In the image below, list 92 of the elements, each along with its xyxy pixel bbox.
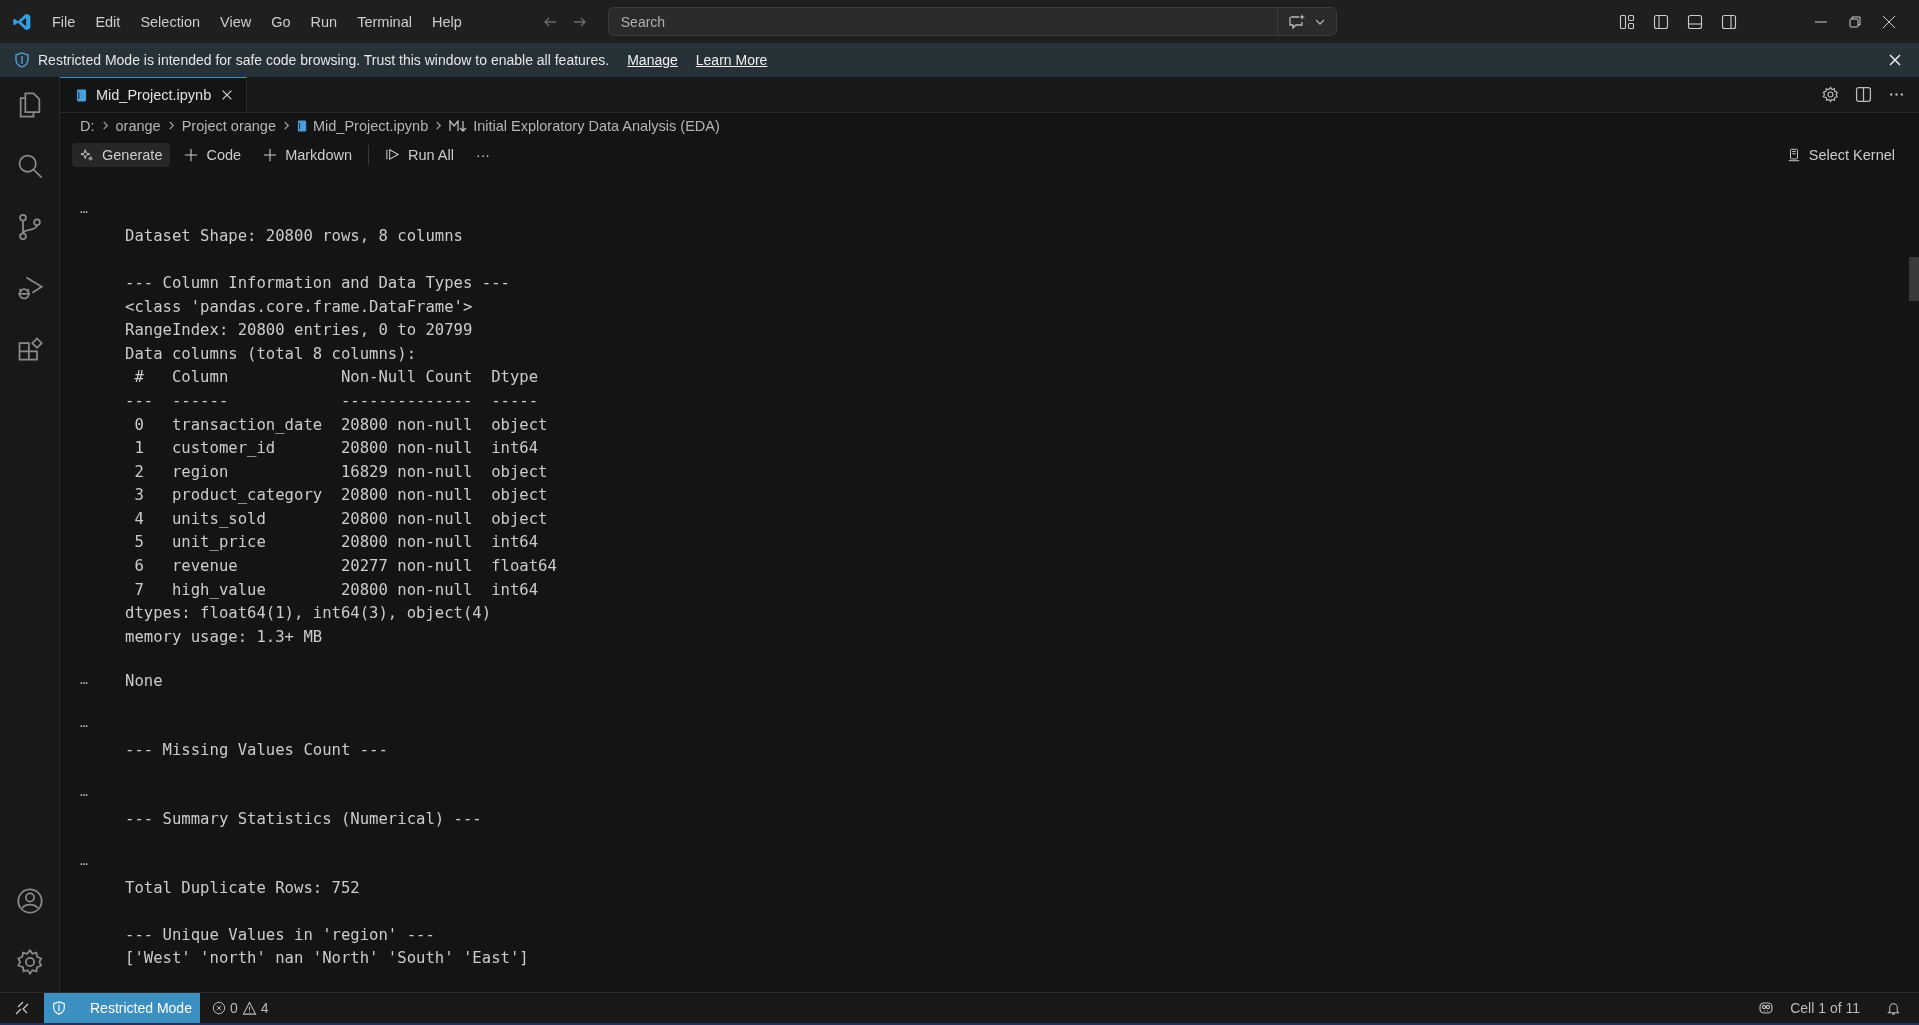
breadcrumb-item[interactable]: Project orange [181, 117, 276, 134]
breadcrumb-item[interactable]: Mid_Project.ipynb [312, 117, 429, 134]
settings-icon[interactable] [1822, 86, 1839, 104]
output-line: 7 high_value 20800 non-null int64 [133, 579, 540, 601]
chevron-right-icon [166, 121, 176, 130]
output-more-icon[interactable]: … [80, 784, 105, 809]
breadcrumb-item[interactable]: Initial Exploratory Data Analysis (EDA) [473, 117, 720, 134]
split-editor-icon[interactable] [1855, 86, 1872, 104]
notebook-icon [296, 119, 307, 132]
scrollbar-thumb[interactable] [1909, 257, 1919, 301]
output-line: # Column Non-Null Count Dtype [133, 367, 540, 389]
output-line: --- ------ -------------- ----- [125, 390, 540, 412]
warning-icon[interactable] [241, 1000, 257, 1016]
output-line: --- Summary Statistics (Numerical) --- [125, 809, 482, 831]
run-debug-icon[interactable] [15, 274, 44, 302]
output-line: dtypes: float64(1), int64(3), object(4) [125, 603, 492, 625]
plus-icon [263, 147, 278, 162]
panel-icon[interactable] [1687, 13, 1703, 30]
close-icon[interactable] [1887, 52, 1903, 68]
more-button[interactable]: ··· [468, 142, 498, 167]
output-line: Total Duplicate Rows: 752 [125, 877, 360, 899]
notebook-icon [76, 88, 87, 102]
output-line: Dataset Shape: 20800 rows, 8 columns [125, 225, 463, 247]
settings-icon[interactable] [15, 948, 44, 976]
breadcrumb-item[interactable]: orange [115, 117, 161, 134]
output-line: ['West' 'north' nan 'North' 'South' 'East'] [125, 948, 529, 970]
search-field[interactable]: Search [608, 12, 1277, 31]
shield-icon [14, 52, 30, 68]
account-icon[interactable] [15, 887, 44, 915]
menu-item[interactable]: Run [310, 13, 338, 30]
output-more-icon[interactable]: … [80, 670, 125, 695]
add-cell-button[interactable]: Markdown [255, 142, 361, 167]
output-line: --- Unique Values in 'region' --- [125, 924, 435, 946]
menu-item[interactable]: Help [431, 13, 462, 30]
output-line: 2 region 16829 non-null object [133, 461, 549, 483]
bell-icon[interactable] [1886, 1000, 1901, 1016]
layout-icon[interactable] [1619, 13, 1635, 30]
output-line: --- Missing Values Count --- [125, 740, 388, 762]
run-all-button[interactable]: Run All [377, 142, 462, 167]
output-line: 6 revenue 20277 non-null float64 [133, 556, 557, 578]
select-kernel-button[interactable]: Select Kernel [1778, 142, 1903, 167]
markdown-icon [449, 119, 468, 132]
add-cell-button[interactable]: Code [176, 142, 250, 167]
output-more-icon[interactable]: … [80, 852, 105, 877]
banner-link[interactable]: Learn More [695, 52, 768, 68]
output-line: RangeIndex: 20800 entries, 0 to 20799 [125, 320, 473, 342]
plus-icon [184, 147, 199, 162]
error-icon[interactable] [211, 1001, 226, 1015]
shield-icon [52, 1001, 66, 1015]
output-line: 5 unit_price 20800 non-null int64 [133, 532, 540, 554]
tab-label: Mid_Project.ipynb [96, 87, 212, 104]
chevron-right-icon [100, 121, 110, 130]
output-line: 1 customer_id 20800 non-null int64 [133, 438, 540, 460]
restricted-mode-button[interactable]: Restricted Mode [44, 993, 200, 1023]
primary-sidebar-icon[interactable] [1653, 13, 1669, 30]
chevron-right-icon [281, 121, 291, 130]
output-more-icon[interactable]: … [80, 200, 105, 225]
chat-sparkle-icon[interactable] [1287, 12, 1306, 31]
menu-item[interactable]: File [52, 13, 76, 30]
banner-link[interactable]: Manage [627, 52, 678, 68]
output-line: <class 'pandas.core.frame.DataFrame'> [125, 296, 473, 318]
search-bar[interactable]: Search [607, 7, 1337, 36]
copilot-icon[interactable] [1758, 1000, 1775, 1016]
output-more-icon[interactable]: … [80, 715, 105, 740]
menu-item[interactable]: Selection [140, 13, 201, 30]
cell-position[interactable]: Cell 1 of 11 [1790, 1000, 1860, 1016]
output-line: 4 units_sold 20800 non-null object [133, 508, 549, 530]
warning-count[interactable]: 4 [260, 1000, 269, 1016]
kernel-icon [1786, 147, 1801, 162]
secondary-sidebar-icon[interactable] [1721, 13, 1737, 30]
menu-item[interactable]: Terminal [357, 13, 412, 30]
error-count[interactable]: 0 [229, 1000, 238, 1016]
generate-button[interactable]: Generate [72, 142, 171, 167]
output-line: None [125, 671, 163, 693]
menu-item[interactable]: Go [271, 13, 291, 30]
breadcrumb-item[interactable]: D: [80, 117, 95, 134]
chevron-right-icon [434, 121, 444, 130]
output-line: 3 product_category 20800 non-null object [133, 485, 549, 507]
sparkle-icon [80, 147, 94, 162]
app-logo-icon [12, 11, 32, 32]
banner-message: Restricted Mode is intended for safe code browsing. Trust this window to enable all features. [38, 52, 610, 68]
run-all-icon [385, 147, 401, 163]
restore-icon[interactable] [1847, 13, 1863, 30]
editor-tab[interactable]: Mid_Project.ipynb [60, 77, 248, 113]
menu-item[interactable]: View [220, 13, 252, 30]
output-line: 0 transaction_date 20800 non-null object [133, 414, 549, 436]
menu-item[interactable]: Edit [95, 13, 121, 30]
close-icon[interactable] [1881, 13, 1897, 30]
output-line: memory usage: 1.3+ MB [125, 626, 323, 648]
output-line: Data columns (total 8 columns): [125, 343, 417, 365]
output-line: --- Column Information and Data Types --- [125, 272, 510, 294]
remote-icon[interactable] [14, 1000, 30, 1016]
